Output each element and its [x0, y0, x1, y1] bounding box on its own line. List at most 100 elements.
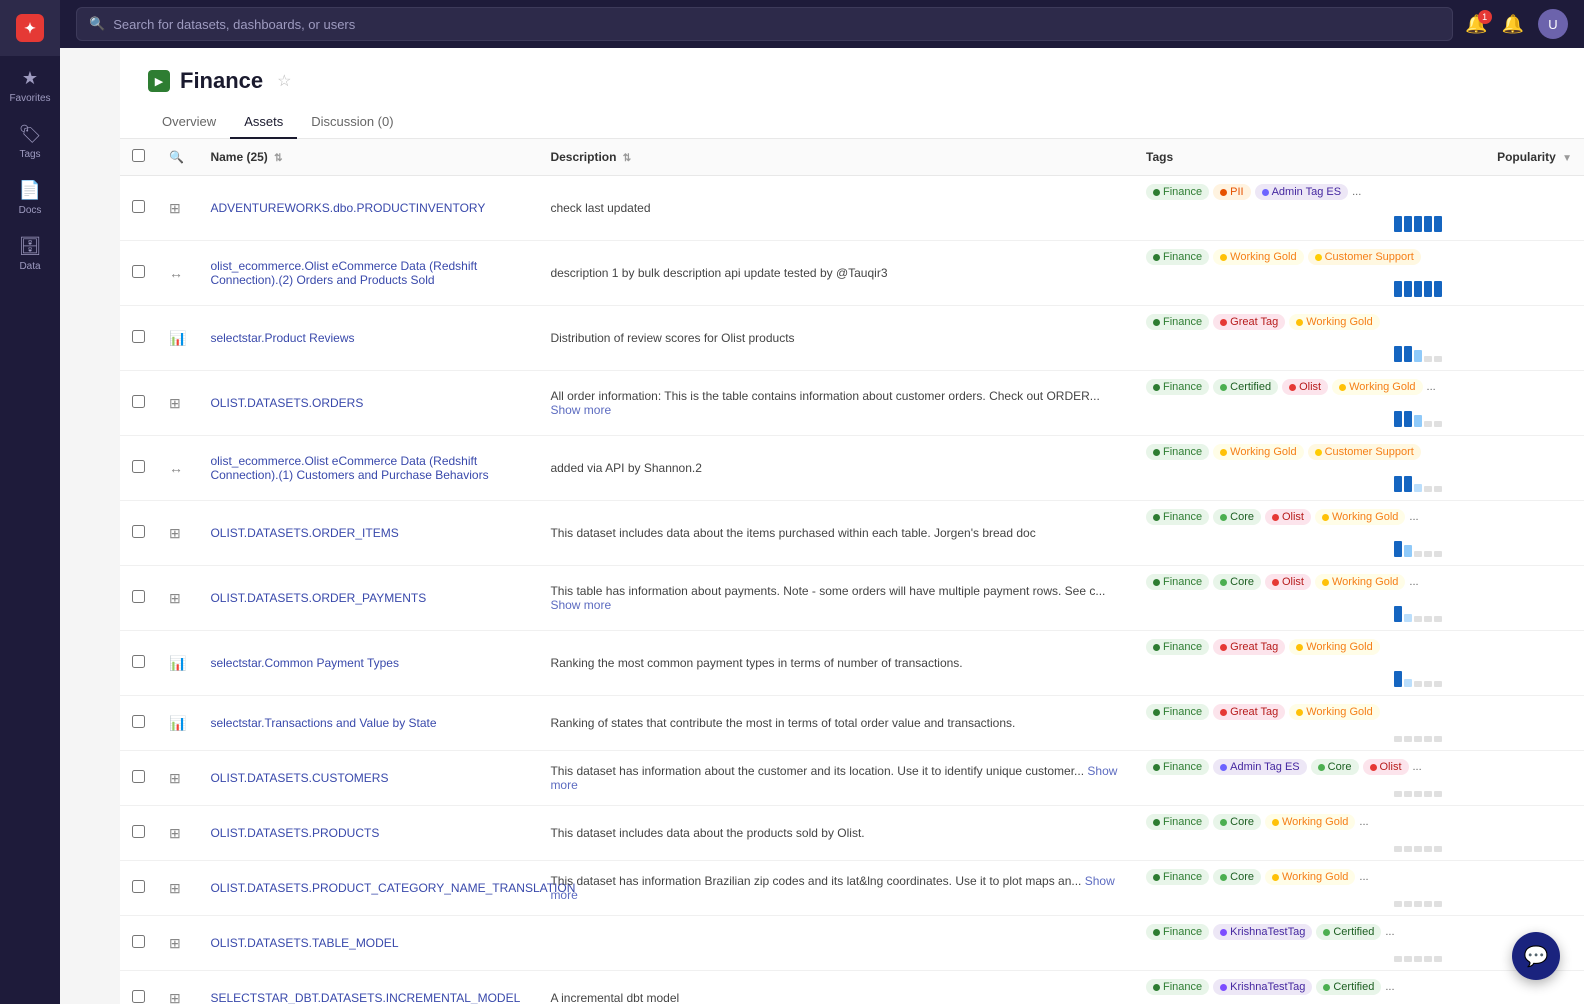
tag-finance[interactable]: Finance [1146, 924, 1209, 940]
tag-core[interactable]: Core [1213, 574, 1261, 590]
row-name[interactable]: ADVENTUREWORKS.dbo.PRODUCTINVENTORY [198, 176, 538, 241]
tag-olist[interactable]: Olist [1265, 574, 1311, 590]
row-checkbox-0[interactable] [132, 200, 145, 213]
row-checkbox-3[interactable] [132, 395, 145, 408]
tag-finance[interactable]: Finance [1146, 249, 1209, 265]
row-checkbox-4[interactable] [132, 460, 145, 473]
avatar[interactable]: U [1538, 9, 1568, 39]
row-checkbox-6[interactable] [132, 590, 145, 603]
tag-more[interactable]: ... [1427, 381, 1436, 393]
select-all-checkbox[interactable] [132, 149, 145, 162]
row-checkbox-12[interactable] [132, 935, 145, 948]
tag-certified[interactable]: Certified [1316, 979, 1381, 995]
tag-more[interactable]: ... [1359, 871, 1368, 883]
row-name[interactable]: OLIST.DATASETS.CUSTOMERS [198, 751, 538, 806]
tag-finance[interactable]: Finance [1146, 759, 1209, 775]
search-filter-icon[interactable]: 🔍 [169, 150, 184, 164]
tag-great-tag[interactable]: Great Tag [1213, 639, 1285, 655]
row-name[interactable]: selectstar.Product Reviews [198, 306, 538, 371]
tag-olist[interactable]: Olist [1265, 509, 1311, 525]
sidebar-item-data[interactable]: 🗄 Data [0, 224, 60, 280]
row-checkbox-2[interactable] [132, 330, 145, 343]
row-checkbox-11[interactable] [132, 880, 145, 893]
show-more-link[interactable]: Show more [550, 598, 611, 612]
row-checkbox-1[interactable] [132, 265, 145, 278]
notifications-button[interactable]: 🔔 1 [1465, 14, 1487, 35]
sidebar-item-docs[interactable]: 📄 Docs [0, 168, 60, 224]
tag-more[interactable]: ... [1352, 186, 1361, 198]
sidebar-item-favorites[interactable]: ★ Favorites [0, 56, 60, 112]
tag-core[interactable]: Core [1213, 509, 1261, 525]
tag-finance[interactable]: Finance [1146, 444, 1209, 460]
tag-finance[interactable]: Finance [1146, 509, 1209, 525]
show-more-link[interactable]: Show more [550, 403, 611, 417]
tag-working-gold[interactable]: Working Gold [1213, 444, 1303, 460]
row-name[interactable]: olist_ecommerce.Olist eCommerce Data (Re… [198, 241, 538, 306]
show-more-link[interactable]: Show more [550, 874, 1114, 902]
tag-working-gold[interactable]: Working Gold [1315, 509, 1405, 525]
tag-more[interactable]: ... [1359, 816, 1368, 828]
tag-finance[interactable]: Finance [1146, 379, 1209, 395]
logo[interactable]: ✦ [0, 0, 60, 56]
show-more-link[interactable]: Show more [550, 764, 1117, 792]
row-name[interactable]: selectstar.Transactions and Value by Sta… [198, 696, 538, 751]
row-name[interactable]: OLIST.DATASETS.PRODUCTS [198, 806, 538, 861]
bell-icon-2[interactable]: 🔔 [1502, 14, 1524, 35]
tag-finance[interactable]: Finance [1146, 184, 1209, 200]
tag-core[interactable]: Core [1213, 869, 1261, 885]
tag-krishna[interactable]: KrishnaTestTag [1213, 924, 1312, 940]
tag-finance[interactable]: Finance [1146, 639, 1209, 655]
row-name[interactable]: olist_ecommerce.Olist eCommerce Data (Re… [198, 436, 538, 501]
tag-great-tag[interactable]: Great Tag [1213, 314, 1285, 330]
tag-working-gold[interactable]: Working Gold [1213, 249, 1303, 265]
tag-working-gold[interactable]: Working Gold [1265, 814, 1355, 830]
row-checkbox-7[interactable] [132, 655, 145, 668]
tag-more[interactable]: ... [1385, 981, 1394, 993]
name-header[interactable]: Name (25) ⇅ [198, 139, 538, 176]
tag-pii[interactable]: PII [1213, 184, 1250, 200]
tag-admin[interactable]: Admin Tag ES [1213, 759, 1307, 775]
tag-finance[interactable]: Finance [1146, 869, 1209, 885]
tag-working-gold[interactable]: Working Gold [1289, 314, 1379, 330]
row-checkbox-5[interactable] [132, 525, 145, 538]
popularity-header[interactable]: Popularity ▼ [1454, 139, 1584, 176]
row-name[interactable]: OLIST.DATASETS.ORDER_PAYMENTS [198, 566, 538, 631]
search-bar[interactable]: 🔍 [76, 7, 1453, 41]
favorite-star[interactable]: ☆ [277, 71, 291, 91]
tag-finance[interactable]: Finance [1146, 979, 1209, 995]
row-name[interactable]: OLIST.DATASETS.TABLE_MODEL [198, 916, 538, 971]
tag-krishna[interactable]: KrishnaTestTag [1213, 979, 1312, 995]
row-checkbox-13[interactable] [132, 990, 145, 1003]
tag-more[interactable]: ... [1413, 761, 1422, 773]
row-checkbox-8[interactable] [132, 715, 145, 728]
row-checkbox-9[interactable] [132, 770, 145, 783]
tag-finance[interactable]: Finance [1146, 574, 1209, 590]
tag-working-gold[interactable]: Working Gold [1265, 869, 1355, 885]
row-checkbox-10[interactable] [132, 825, 145, 838]
tag-working-gold[interactable]: Working Gold [1315, 574, 1405, 590]
tag-core[interactable]: Core [1311, 759, 1359, 775]
tag-olist[interactable]: Olist [1282, 379, 1328, 395]
tag-more[interactable]: ... [1409, 511, 1418, 523]
search-input[interactable] [113, 17, 1440, 32]
tag-finance[interactable]: Finance [1146, 314, 1209, 330]
tag-admin[interactable]: Admin Tag ES [1255, 184, 1349, 200]
row-name[interactable]: OLIST.DATASETS.PRODUCT_CATEGORY_NAME_TRA… [198, 861, 538, 916]
chat-bubble-button[interactable]: 💬 [1512, 932, 1560, 980]
tag-working-gold[interactable]: Working Gold [1289, 704, 1379, 720]
tag-more[interactable]: ... [1385, 926, 1394, 938]
tag-customer-support[interactable]: Customer Support [1308, 249, 1421, 265]
sidebar-item-tags[interactable]: 🏷 Tags [0, 112, 60, 168]
tag-working-gold[interactable]: Working Gold [1289, 639, 1379, 655]
tag-certified[interactable]: Certified [1213, 379, 1278, 395]
tag-finance[interactable]: Finance [1146, 704, 1209, 720]
row-name[interactable]: SELECTSTAR_DBT.DATASETS.INCREMENTAL_MODE… [198, 971, 538, 1004]
tag-core[interactable]: Core [1213, 814, 1261, 830]
tag-more[interactable]: ... [1409, 576, 1418, 588]
row-name[interactable]: selectstar.Common Payment Types [198, 631, 538, 696]
row-name[interactable]: OLIST.DATASETS.ORDERS [198, 371, 538, 436]
tag-working-gold[interactable]: Working Gold [1332, 379, 1422, 395]
tag-great-tag[interactable]: Great Tag [1213, 704, 1285, 720]
tag-olist[interactable]: Olist [1363, 759, 1409, 775]
row-name[interactable]: OLIST.DATASETS.ORDER_ITEMS [198, 501, 538, 566]
